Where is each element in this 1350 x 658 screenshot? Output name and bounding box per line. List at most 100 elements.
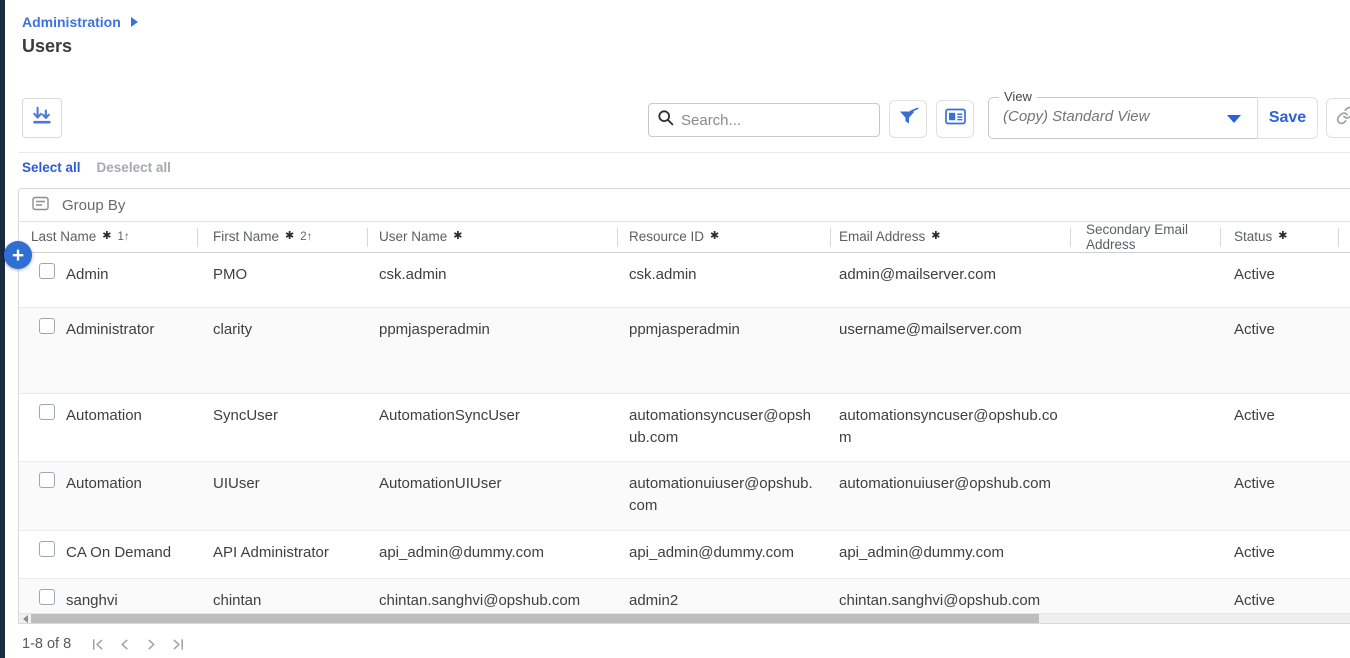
- cell-secondary-email: [1070, 253, 1220, 307]
- column-label: Resource ID: [629, 229, 704, 244]
- cell-status: Active: [1220, 308, 1338, 393]
- copy-link-button[interactable]: [1326, 98, 1350, 138]
- view-dropdown[interactable]: View (Copy) Standard View: [988, 97, 1258, 139]
- plus-icon: +: [12, 245, 24, 266]
- column-label: Secondary Email Address: [1086, 222, 1196, 252]
- cell-last-name: Administrator: [66, 308, 197, 393]
- required-star: ✱: [1278, 230, 1287, 242]
- deselect-all-link[interactable]: Deselect all: [97, 160, 171, 175]
- cell-secondary-email: [1070, 579, 1220, 613]
- cell-status: Active: [1220, 579, 1338, 613]
- cell-resource-id: api_admin@dummy.com: [617, 531, 830, 578]
- column-header-resource-id[interactable]: Resource ID ✱: [617, 222, 830, 252]
- column-header-status[interactable]: Status ✱: [1220, 222, 1338, 252]
- table-row[interactable]: Admin PMO csk.admin csk.admin admin@mail…: [19, 253, 1350, 308]
- link-icon: [1336, 106, 1350, 130]
- table-row[interactable]: Automation UIUser AutomationUIUser autom…: [19, 462, 1350, 531]
- row-checkbox[interactable]: [39, 472, 55, 488]
- filter-button[interactable]: [889, 100, 927, 138]
- table-row[interactable]: sanghvi chintan chintan.sanghvi@opshub.c…: [19, 579, 1350, 613]
- scrollbar-thumb[interactable]: [31, 614, 1039, 623]
- row-checkbox[interactable]: [39, 589, 55, 605]
- cell-status: Active: [1220, 394, 1338, 461]
- cell-resource-id: automationuiuser@opshub.com: [617, 462, 830, 530]
- cell-first-name: chintan: [197, 579, 367, 613]
- cell-user-name: api_admin@dummy.com: [367, 531, 617, 578]
- table-header-row: Last Name ✱ 1↑ First Name ✱ 2↑ User Name…: [19, 222, 1350, 253]
- card-view-icon: [945, 108, 966, 130]
- group-by-label: Group By: [62, 197, 125, 214]
- row-checkbox[interactable]: [39, 318, 55, 334]
- chevron-down-icon: [1227, 115, 1241, 123]
- card-view-button[interactable]: [936, 100, 974, 138]
- cell-resource-id: admin2: [617, 579, 830, 613]
- column-header-first-name[interactable]: First Name ✱ 2↑: [197, 222, 367, 252]
- row-checkbox[interactable]: [39, 541, 55, 557]
- cell-last-name: Automation: [66, 394, 197, 461]
- save-button[interactable]: Save: [1258, 97, 1318, 139]
- cell-last-name: Admin: [66, 253, 197, 307]
- required-star: ✱: [453, 230, 462, 242]
- cell-first-name: API Administrator: [197, 531, 367, 578]
- users-grid: Group By Last Name ✱ 1↑ First Name ✱ 2↑ …: [18, 188, 1350, 624]
- column-label: Email Address: [839, 229, 925, 244]
- cell-first-name: PMO: [197, 253, 367, 307]
- cell-email: automationuiuser@opshub.com: [830, 462, 1070, 530]
- cell-email: username@mailserver.com: [830, 308, 1070, 393]
- cell-secondary-email: [1070, 531, 1220, 578]
- prev-page-button[interactable]: [118, 638, 131, 651]
- first-page-button[interactable]: [91, 638, 104, 651]
- table-row[interactable]: Administrator clarity ppmjasperadmin ppm…: [19, 308, 1350, 394]
- cell-first-name: UIUser: [197, 462, 367, 530]
- download-button[interactable]: [22, 98, 62, 138]
- cell-user-name: AutomationUIUser: [367, 462, 617, 530]
- breadcrumb-administration-link[interactable]: Administration: [22, 14, 121, 30]
- cell-email: automationsyncuser@opshub.com: [830, 394, 1070, 461]
- cell-status: Active: [1220, 531, 1338, 578]
- group-by-icon: [32, 196, 49, 215]
- view-dropdown-label: View: [999, 89, 1037, 104]
- table-body: Admin PMO csk.admin csk.admin admin@mail…: [19, 253, 1350, 613]
- scroll-left-arrow-icon[interactable]: [19, 614, 31, 623]
- scrollbar-track[interactable]: [1039, 614, 1350, 623]
- add-user-button[interactable]: +: [4, 241, 32, 269]
- chevron-right-icon: [131, 17, 139, 27]
- view-dropdown-value: (Copy) Standard View: [1003, 108, 1149, 125]
- cell-secondary-email: [1070, 308, 1220, 393]
- column-label: Last Name: [31, 229, 96, 244]
- table-row[interactable]: CA On Demand API Administrator api_admin…: [19, 531, 1350, 579]
- cell-user-name: chintan.sanghvi@opshub.com: [367, 579, 617, 613]
- collapsed-sidebar-strip[interactable]: [0, 0, 5, 658]
- cell-user-name: AutomationSyncUser: [367, 394, 617, 461]
- cell-email: admin@mailserver.com: [830, 253, 1070, 307]
- column-header-last-name[interactable]: Last Name ✱ 1↑: [19, 222, 197, 252]
- row-checkbox[interactable]: [39, 263, 55, 279]
- column-label: First Name: [213, 229, 279, 244]
- cell-resource-id: automationsyncuser@opshub.com: [617, 394, 830, 461]
- select-all-link[interactable]: Select all: [22, 160, 81, 175]
- next-page-button[interactable]: [145, 638, 158, 651]
- cell-user-name: ppmjasperadmin: [367, 308, 617, 393]
- column-header-user-name[interactable]: User Name ✱: [367, 222, 617, 252]
- row-checkbox[interactable]: [39, 404, 55, 420]
- cell-resource-id: csk.admin: [617, 253, 830, 307]
- cell-secondary-email: [1070, 394, 1220, 461]
- users-admin-page: Administration Users: [0, 0, 1350, 658]
- search-box[interactable]: [648, 103, 880, 137]
- cell-secondary-email: [1070, 462, 1220, 530]
- column-header-email-address[interactable]: Email Address ✱: [830, 222, 1070, 252]
- filter-icon: [898, 107, 919, 131]
- cell-last-name: Automation: [66, 462, 197, 530]
- last-page-button[interactable]: [172, 638, 185, 651]
- cell-first-name: SyncUser: [197, 394, 367, 461]
- cell-email: chintan.sanghvi@opshub.com: [830, 579, 1070, 613]
- cell-last-name: CA On Demand: [66, 531, 197, 578]
- cell-email: api_admin@dummy.com: [830, 531, 1070, 578]
- group-by-bar[interactable]: Group By: [19, 189, 1350, 222]
- search-input[interactable]: [681, 112, 880, 129]
- column-header-secondary-email[interactable]: Secondary Email Address: [1070, 222, 1220, 252]
- selection-bar: Select all Deselect all: [22, 160, 171, 175]
- cell-status: Active: [1220, 253, 1338, 307]
- horizontal-scrollbar[interactable]: [19, 613, 1350, 623]
- table-row[interactable]: Automation SyncUser AutomationSyncUser a…: [19, 394, 1350, 462]
